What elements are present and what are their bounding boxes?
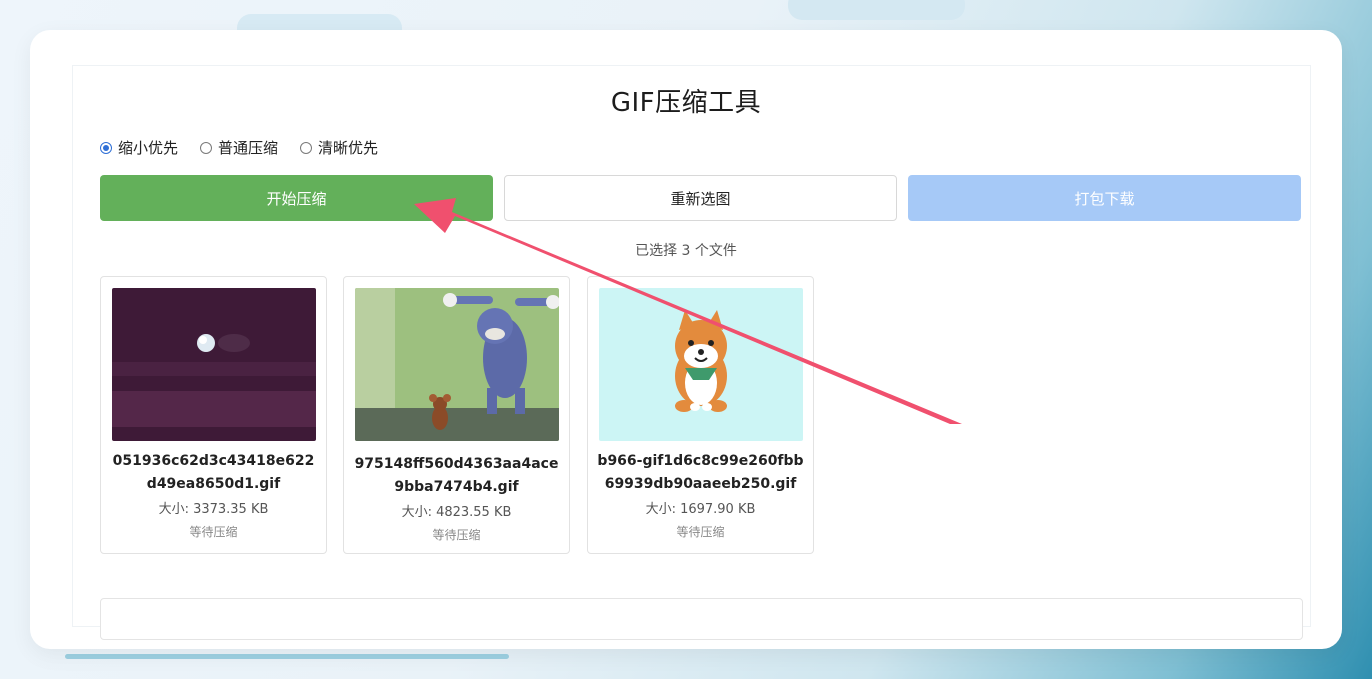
mode-label: 清晰优先 bbox=[318, 139, 379, 157]
gif-thumbnail bbox=[355, 288, 559, 441]
reselect-images-button[interactable]: 重新选图 bbox=[504, 175, 897, 221]
mode-label: 缩小优先 bbox=[118, 139, 179, 157]
background-decoration bbox=[65, 654, 509, 659]
background-decoration bbox=[788, 0, 965, 20]
file-name: 051936c62d3c43418e622d49ea8650d1.gif bbox=[112, 453, 315, 492]
file-card: b966-gif1d6c8c99e260fbb69939db90aaeeb250… bbox=[587, 276, 814, 554]
file-size: 大小: 4823.55 KB bbox=[401, 505, 512, 520]
mode-option-normal[interactable]: 普通压缩 bbox=[200, 137, 278, 158]
compression-mode-group: 缩小优先 普通压缩 清晰优先 bbox=[100, 137, 378, 158]
file-card: 975148ff560d4363aa4ace9bba7474b4.gif 大小:… bbox=[343, 276, 570, 554]
mode-option-shrink[interactable]: 缩小优先 bbox=[100, 137, 178, 158]
radio-checked-icon[interactable] bbox=[100, 141, 112, 154]
result-panel bbox=[100, 598, 1303, 640]
download-all-button[interactable]: 打包下载 bbox=[908, 175, 1301, 221]
radio-unchecked-icon[interactable] bbox=[200, 141, 213, 154]
file-card: 051936c62d3c43418e622d49ea8650d1.gif 大小:… bbox=[100, 276, 327, 554]
file-status: 等待压缩 bbox=[189, 525, 238, 539]
radio-unchecked-icon[interactable] bbox=[300, 141, 313, 154]
file-size: 大小: 3373.35 KB bbox=[158, 502, 269, 517]
gif-thumbnail bbox=[112, 288, 316, 441]
file-name: 975148ff560d4363aa4ace9bba7474b4.gif bbox=[354, 456, 559, 495]
start-compress-button[interactable]: 开始压缩 bbox=[100, 175, 493, 221]
main-card: GIF压缩工具 缩小优先 普通压缩 清晰优先 开始压缩 重新选图 打包下载 已选… bbox=[30, 30, 1342, 649]
file-status: 等待压缩 bbox=[432, 528, 481, 542]
gif-thumbnail bbox=[599, 288, 803, 441]
file-name: b966-gif1d6c8c99e260fbb69939db90aaeeb250… bbox=[597, 453, 804, 492]
file-size: 大小: 1697.90 KB bbox=[645, 502, 756, 517]
mode-label: 普通压缩 bbox=[218, 139, 279, 157]
selection-count: 已选择 3 个文件 bbox=[635, 243, 737, 259]
file-status: 等待压缩 bbox=[676, 525, 725, 539]
mode-option-clarity[interactable]: 清晰优先 bbox=[300, 137, 378, 158]
page-title: GIF压缩工具 bbox=[610, 88, 762, 118]
